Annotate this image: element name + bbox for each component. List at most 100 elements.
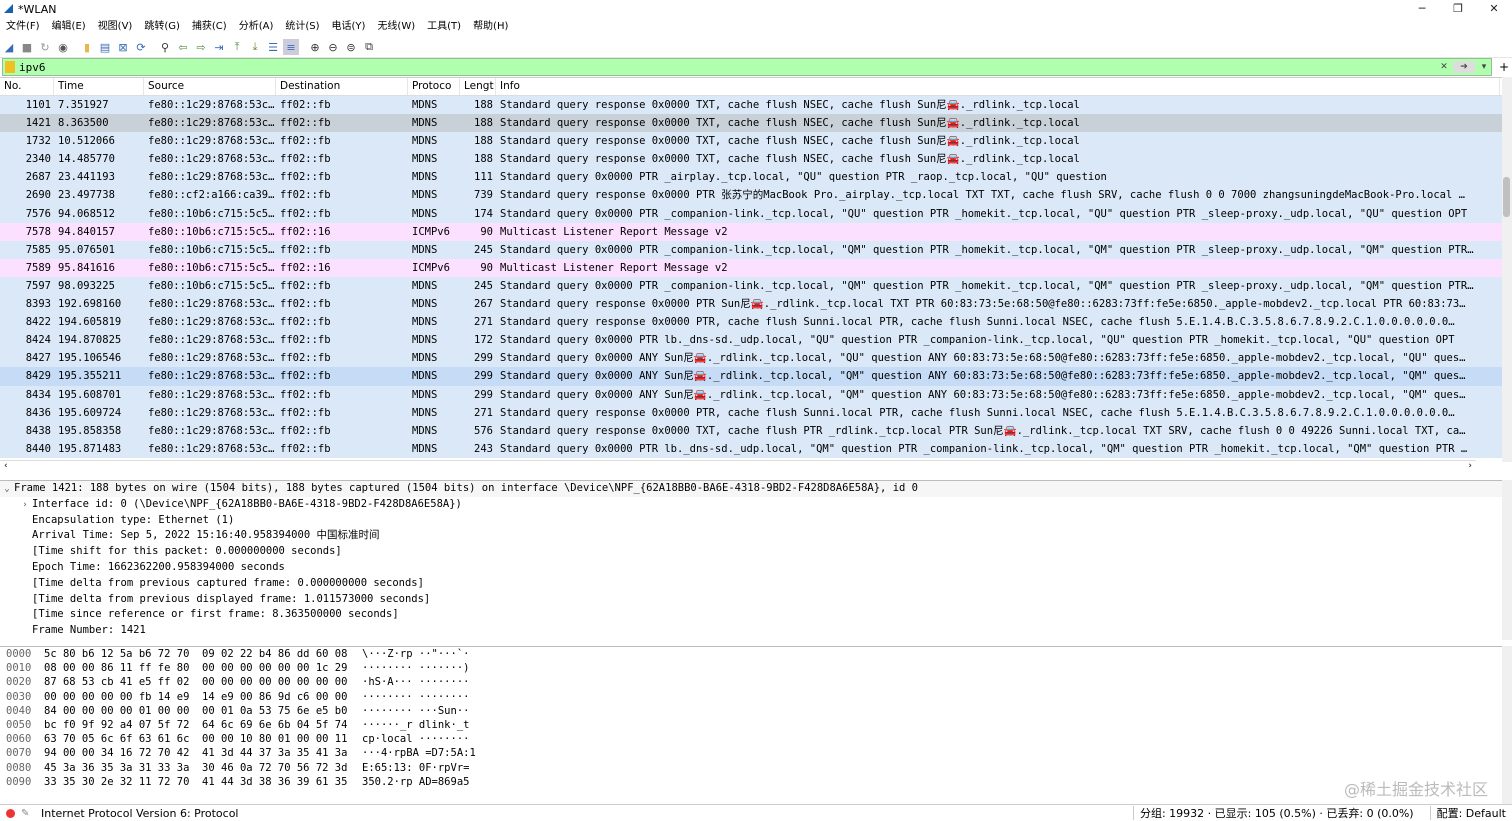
- detail-tree-item[interactable]: [Time since reference or first frame: 8.…: [0, 607, 1502, 623]
- packet-row[interactable]: 8424 194.870825 fe80::1c29:8768:53c… ff02::…: [0, 331, 1502, 350]
- zoom-in-icon[interactable]: ⊕: [307, 39, 323, 55]
- details-scrollbar[interactable]: [1502, 480, 1512, 640]
- packet-row[interactable]: 7585 95.076501 fe80::10b6:c715:5c5… ff02::f…: [0, 240, 1502, 259]
- restore-button[interactable]: ❐: [1440, 0, 1476, 18]
- start-capture-icon[interactable]: ◢: [1, 39, 17, 55]
- menu-tools[interactable]: 工具(T): [421, 18, 467, 36]
- detail-tree-item[interactable]: [Time delta from previous displayed fram…: [0, 592, 1502, 608]
- detail-tree-item[interactable]: ⌄ Frame 1421: 188 bytes on wire (1504 bit…: [0, 481, 1502, 497]
- restart-capture-icon[interactable]: ↻: [37, 39, 53, 55]
- packet-protocol: MDNS: [412, 207, 438, 220]
- packet-row[interactable]: 8436 195.609724 fe80::1c29:8768:53c… ff02::…: [0, 403, 1502, 422]
- detail-tree-item[interactable]: Epoch Time: 1662362200.958394000 seconds: [0, 560, 1502, 576]
- go-to-packet-icon[interactable]: ⇥: [211, 39, 227, 55]
- packet-row[interactable]: 8438 195.858358 fe80::1c29:8768:53c… ff02::…: [0, 421, 1502, 440]
- packet-info: Standard query response 0x0000 PTR, cach…: [500, 316, 1455, 329]
- find-packet-icon[interactable]: ⚲: [157, 39, 173, 55]
- menu-telephony[interactable]: 电话(Y): [326, 18, 372, 36]
- bytes-row[interactable]: 0060 63 70 05 6c 6f 63 61 6c 00 00 10 80 …: [0, 732, 1502, 746]
- detail-tree-item[interactable]: Encapsulation type: Ethernet (1): [0, 513, 1502, 529]
- column-header-length[interactable]: Lengt: [460, 78, 496, 95]
- menu-statistics[interactable]: 统计(S): [279, 18, 325, 36]
- column-header-protocol[interactable]: Protoco: [408, 78, 460, 95]
- packet-row[interactable]: 7578 94.840157 fe80::10b6:c715:5c5… ff02::1…: [0, 222, 1502, 241]
- detail-tree-item[interactable]: Frame Number: 1421: [0, 623, 1502, 639]
- close-button[interactable]: ✕: [1476, 0, 1512, 18]
- colorize-icon[interactable]: ≡: [283, 39, 299, 55]
- edit-comment-icon[interactable]: ✎: [21, 808, 33, 819]
- expand-toggle-icon[interactable]: ›: [18, 498, 32, 514]
- go-forward-icon[interactable]: ⇨: [193, 39, 209, 55]
- packet-row[interactable]: 7597 98.093225 fe80::10b6:c715:5c5… ff02::f…: [0, 276, 1502, 296]
- packet-row[interactable]: 8422 194.605819 fe80::1c29:8768:53c… ff02::…: [0, 313, 1502, 332]
- bytes-row[interactable]: 0080 45 3a 36 35 3a 31 33 3a 30 46 0a 72 …: [0, 761, 1502, 775]
- reload-file-icon[interactable]: ⟳: [133, 39, 149, 55]
- bytes-row[interactable]: 0010 08 00 00 86 11 ff fe 80 00 00 00 00 …: [0, 661, 1502, 675]
- go-last-icon[interactable]: ⤓: [247, 39, 263, 55]
- column-header-no[interactable]: No.: [0, 78, 54, 95]
- packet-row[interactable]: 2690 23.497738 fe80::cf2:a166:ca39… ff02::f…: [0, 186, 1502, 205]
- close-file-icon[interactable]: ⊠: [115, 39, 131, 55]
- column-header-time[interactable]: Time: [54, 78, 144, 95]
- packet-row[interactable]: 1732 10.512066 fe80::1c29:8768:53c… ff02::f…: [0, 132, 1502, 151]
- packet-row[interactable]: 1101 7.351927 fe80::1c29:8768:53c… ff02::fb…: [0, 96, 1502, 115]
- bytes-scrollbar[interactable]: [1502, 646, 1512, 804]
- column-header-info[interactable]: Info: [496, 78, 1500, 95]
- filter-bookmark-icon[interactable]: [5, 61, 15, 73]
- display-filter-input[interactable]: [19, 60, 1437, 74]
- packet-row[interactable]: 8393 192.698160 fe80::1c29:8768:53c… ff02::…: [0, 295, 1502, 314]
- packet-row[interactable]: 8427 195.106546 fe80::1c29:8768:53c… ff02::…: [0, 349, 1502, 368]
- bytes-row[interactable]: 0030 00 00 00 00 00 fb 14 e9 14 e9 00 86 …: [0, 690, 1502, 704]
- menu-capture[interactable]: 捕获(C): [186, 18, 233, 36]
- packet-source: fe80::1c29:8768:53c…: [148, 442, 275, 455]
- minimize-button[interactable]: ─: [1404, 0, 1440, 18]
- packet-row[interactable]: 2687 23.441193 fe80::1c29:8768:53c… ff02::f…: [0, 168, 1502, 187]
- status-profile[interactable]: 配置: Default: [1437, 805, 1506, 821]
- packet-row[interactable]: 7576 94.068512 fe80::10b6:c715:5c5… ff02::f…: [0, 204, 1502, 223]
- packet-row[interactable]: 7589 95.841616 fe80::10b6:c715:5c5… ff02::1…: [0, 258, 1502, 277]
- go-back-icon[interactable]: ⇦: [175, 39, 191, 55]
- packet-row[interactable]: 8440 195.871483 fe80::1c29:8768:53c… ff02::…: [0, 439, 1502, 458]
- zoom-reset-icon[interactable]: ⊜: [343, 39, 359, 55]
- column-header-source[interactable]: Source: [144, 78, 276, 95]
- save-file-icon[interactable]: ▤: [97, 39, 113, 55]
- packet-row[interactable]: 1421 8.363500 fe80::1c29:8768:53c… ff02::fb…: [0, 114, 1502, 133]
- filter-dropdown-icon[interactable]: ▾: [1477, 61, 1491, 73]
- menu-wireless[interactable]: 无线(W): [371, 18, 421, 36]
- bytes-row[interactable]: 0090 33 35 30 2e 32 11 72 70 41 44 3d 38 …: [0, 775, 1502, 789]
- packet-list-hscrollbar[interactable]: ‹ ›: [0, 460, 1476, 473]
- add-filter-button-icon[interactable]: +: [1497, 59, 1511, 75]
- packet-list-scrollbar[interactable]: [1502, 77, 1512, 462]
- menu-edit[interactable]: 编辑(E): [46, 18, 92, 36]
- open-file-icon[interactable]: ▮: [79, 39, 95, 55]
- menu-file[interactable]: 文件(F): [0, 18, 46, 36]
- expand-toggle-icon[interactable]: ⌄: [0, 482, 14, 498]
- detail-tree-item[interactable]: Arrival Time: Sep 5, 2022 15:16:40.95839…: [0, 528, 1502, 544]
- resize-columns-icon[interactable]: ⧉: [361, 39, 377, 55]
- bytes-row[interactable]: 0070 94 00 00 34 16 72 70 42 41 3d 44 37 …: [0, 746, 1502, 760]
- packet-row[interactable]: 8434 195.608701 fe80::1c29:8768:53c… ff02::…: [0, 385, 1502, 404]
- packet-row[interactable]: 8429 195.355211 fe80::1c29:8768:53c… ff02::…: [0, 367, 1502, 386]
- bytes-row[interactable]: 0040 84 00 00 00 00 01 00 00 00 01 0a 53 …: [0, 704, 1502, 718]
- capture-options-icon[interactable]: ◉: [55, 39, 71, 55]
- packet-row[interactable]: 2340 14.485770 fe80::1c29:8768:53c… ff02::f…: [0, 150, 1502, 169]
- menu-help[interactable]: 帮助(H): [467, 18, 514, 36]
- zoom-out-icon[interactable]: ⊖: [325, 39, 341, 55]
- menu-go[interactable]: 跳转(G): [138, 18, 186, 36]
- menu-view[interactable]: 视图(V): [92, 18, 139, 36]
- column-header-destination[interactable]: Destination: [276, 78, 408, 95]
- packet-time: 192.698160: [58, 298, 122, 311]
- bytes-row[interactable]: 0050 bc f0 9f 92 a4 07 5f 72 64 6c 69 6e …: [0, 718, 1502, 732]
- clear-filter-icon[interactable]: ✕: [1437, 61, 1451, 73]
- detail-tree-item[interactable]: [Time delta from previous captured frame…: [0, 576, 1502, 592]
- autoscroll-icon[interactable]: ☰: [265, 39, 281, 55]
- apply-filter-icon[interactable]: ➔: [1453, 61, 1475, 73]
- stop-capture-icon[interactable]: ■: [19, 39, 35, 55]
- bytes-row[interactable]: 0020 87 68 53 cb 41 e5 ff 02 00 00 00 00 …: [0, 675, 1502, 689]
- detail-tree-item[interactable]: [Time shift for this packet: 0.000000000…: [0, 544, 1502, 560]
- bytes-row[interactable]: 0000 5c 80 b6 12 5a b6 72 70 09 02 22 b4 …: [0, 647, 1502, 661]
- expert-info-icon[interactable]: [6, 808, 15, 818]
- go-first-icon[interactable]: ⤒: [229, 39, 245, 55]
- menu-analyze[interactable]: 分析(A): [233, 18, 280, 36]
- detail-tree-item[interactable]: › Interface id: 0 (\Device\NPF_{62A18BB0-…: [0, 497, 1502, 513]
